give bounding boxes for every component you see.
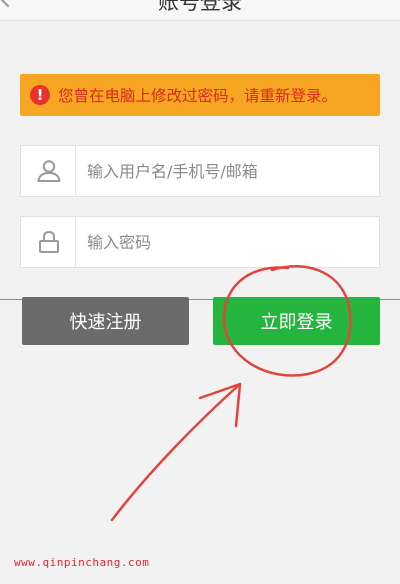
username-field — [20, 145, 380, 197]
page-title: 账号登录 — [158, 0, 242, 14]
user-icon — [37, 160, 61, 182]
watermark: www.qinpinchang.com — [14, 556, 150, 569]
username-icon-box — [21, 146, 76, 196]
quick-register-button[interactable]: 快速注册 — [22, 297, 189, 345]
password-changed-notice: ! 您曾在电脑上修改过密码，请重新登录。 — [20, 74, 380, 116]
annotation-arrow-head — [198, 382, 242, 428]
alert-icon: ! — [30, 85, 50, 105]
lock-icon — [39, 230, 59, 253]
app-header: 账号登录 — [0, 0, 400, 21]
notice-text: 您曾在电脑上修改过密码，请重新登录。 — [58, 87, 338, 105]
login-button[interactable]: 立即登录 — [213, 297, 380, 345]
password-input[interactable] — [87, 217, 367, 267]
password-field — [20, 216, 380, 268]
username-input[interactable] — [87, 146, 367, 196]
password-icon-box — [21, 217, 76, 267]
annotation-arrow-shaft — [110, 382, 242, 522]
